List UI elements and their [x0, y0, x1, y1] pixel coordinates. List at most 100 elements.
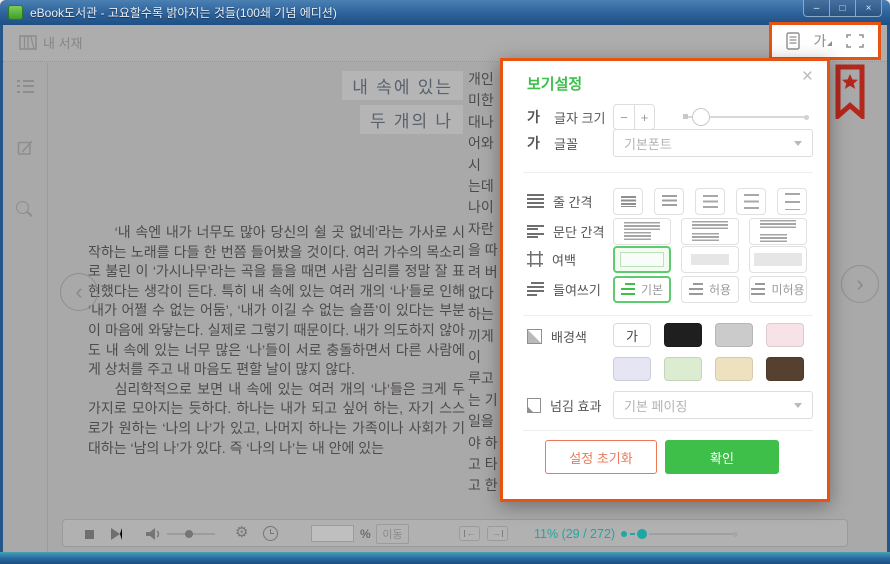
- indent-option-1[interactable]: 기본: [613, 276, 671, 303]
- margin-row: 여백: [527, 244, 813, 274]
- bg-swatch-white[interactable]: 가: [613, 323, 651, 347]
- page-turn-icon: [527, 398, 541, 413]
- font-size-plus-button[interactable]: +: [634, 104, 655, 130]
- gear-icon[interactable]: ⚙: [235, 523, 248, 541]
- slider-max-mark: [804, 115, 809, 120]
- reading-progress-label: 11% (29 / 272): [534, 527, 615, 541]
- close-button[interactable]: ×: [855, 0, 882, 17]
- paragraph-spacing-glyph-icon: [624, 222, 660, 240]
- progress-slider-knob[interactable]: [637, 529, 647, 539]
- slider-min-mark: [683, 114, 688, 119]
- bg-swatch-cream[interactable]: [715, 357, 753, 381]
- sidebar: [3, 63, 48, 552]
- go-button[interactable]: 이동: [376, 524, 409, 544]
- line-spacing-option-1[interactable]: [613, 188, 643, 215]
- reset-settings-button[interactable]: 설정 초기화: [545, 440, 657, 474]
- page-effect-label: 넘김 효과: [550, 396, 601, 415]
- jump-first-button[interactable]: ←: [459, 526, 480, 541]
- volume-icon[interactable]: [145, 527, 161, 541]
- progress-dash: [630, 533, 635, 535]
- font-size-slider-knob[interactable]: [692, 108, 710, 126]
- font-size-slider[interactable]: [683, 116, 809, 118]
- paragraph-spacing-row: 문단 간격: [527, 216, 813, 246]
- note-button[interactable]: [17, 139, 34, 157]
- book-page-text: ‘내 속엔 내가 너무도 많아 당신의 쉴 곳 없네’라는 가사로 시작하는 노…: [88, 223, 465, 458]
- line-spacing-glyph-icon: [621, 196, 636, 207]
- chapter-title: 내 속에 있는 두 개의 나: [342, 71, 463, 139]
- font-size-label: 글자 크기: [554, 108, 605, 127]
- previous-page-button[interactable]: ‹: [60, 273, 98, 311]
- font-dropdown-value: 기본폰트: [624, 134, 672, 153]
- paragraph-spacing-option-3[interactable]: [749, 218, 807, 245]
- font-dropdown[interactable]: 기본폰트: [613, 129, 813, 157]
- font-size-icon: 가: [527, 107, 545, 127]
- line-spacing-option-4[interactable]: [736, 188, 766, 215]
- paragraph-spacing-label: 문단 간격: [553, 222, 604, 241]
- volume-slider[interactable]: [167, 533, 215, 535]
- confirm-button[interactable]: 확인: [665, 440, 779, 474]
- indent-option-label: 기본: [641, 281, 663, 298]
- next-page-button[interactable]: ›: [841, 265, 879, 303]
- paragraph-spacing-options: [613, 218, 813, 245]
- line-spacing-option-5[interactable]: [777, 188, 807, 215]
- bg-swatch-black[interactable]: [664, 323, 702, 347]
- bg-swatch-brown[interactable]: [766, 357, 804, 381]
- search-icon: [16, 201, 34, 219]
- clock-icon[interactable]: [263, 526, 278, 541]
- margin-label: 여백: [552, 250, 576, 269]
- background-swatches: 가: [613, 323, 804, 381]
- top-toolbar: 내 서재: [3, 25, 887, 62]
- percent-input[interactable]: [311, 525, 354, 542]
- line-spacing-glyph-icon: [744, 194, 759, 209]
- paragraph-spacing-glyph-icon: [692, 221, 728, 241]
- line-spacing-icon: [527, 194, 544, 208]
- view-settings-panel: 보기설정 × 가 글자 크기 − + 가 글꼴: [500, 58, 830, 502]
- minimize-button[interactable]: –: [803, 0, 830, 17]
- line-spacing-glyph-icon: [662, 195, 677, 207]
- bottom-control-bar: ⚙ % 이동 ← → 11% (29 / 272): [62, 519, 848, 547]
- panel-close-icon[interactable]: ×: [802, 67, 813, 86]
- indent-option-2[interactable]: 허용: [681, 276, 739, 303]
- progress-slider-track[interactable]: [649, 533, 733, 535]
- table-of-contents-button[interactable]: [17, 77, 34, 95]
- page-effect-row: 넘김 효과 기본 페이징: [527, 391, 813, 419]
- line-spacing-option-3[interactable]: [695, 188, 725, 215]
- tts-stop-button[interactable]: [85, 530, 94, 539]
- margin-options: [613, 246, 813, 273]
- line-spacing-option-2[interactable]: [654, 188, 684, 215]
- search-button[interactable]: [16, 201, 34, 219]
- fullscreen-button[interactable]: [846, 31, 864, 51]
- font-icon: 가: [814, 31, 833, 51]
- percent-symbol: %: [360, 527, 371, 541]
- indent-option-3[interactable]: 미허용: [749, 276, 807, 303]
- maximize-button[interactable]: □: [829, 0, 856, 17]
- bg-swatch-lavender[interactable]: [613, 357, 651, 381]
- tts-play-button[interactable]: [111, 528, 122, 540]
- background-color-icon: [527, 329, 542, 344]
- viewer-settings-button[interactable]: [786, 31, 800, 51]
- chevron-down-icon: [794, 403, 802, 408]
- line-spacing-options: [613, 188, 813, 215]
- margin-option-2[interactable]: [681, 246, 739, 273]
- margin-glyph-icon: [620, 252, 664, 267]
- font-label: 글꼴: [554, 134, 578, 153]
- margin-option-1[interactable]: [613, 246, 671, 273]
- font-settings-button[interactable]: 가: [814, 31, 833, 51]
- bg-swatch-pink[interactable]: [766, 323, 804, 347]
- paragraph-spacing-option-1[interactable]: [613, 218, 671, 245]
- indent-option-label: 미허용: [771, 281, 804, 298]
- margin-option-3[interactable]: [749, 246, 807, 273]
- bg-swatch-light-green[interactable]: [664, 357, 702, 381]
- bookmark-ribbon-icon[interactable]: [835, 64, 865, 119]
- my-library-button[interactable]: 내 서재: [19, 33, 83, 52]
- font-icon: 가: [527, 133, 545, 153]
- page-effect-dropdown[interactable]: 기본 페이징: [613, 391, 813, 419]
- bg-swatch-gray[interactable]: [715, 323, 753, 347]
- paragraph-spacing-option-2[interactable]: [681, 218, 739, 245]
- progress-marker-dot: [621, 531, 627, 537]
- font-size-minus-button[interactable]: −: [613, 104, 634, 130]
- jump-last-button[interactable]: →: [487, 526, 508, 541]
- volume-slider-knob[interactable]: [185, 530, 193, 538]
- window-bottom-edge: [0, 552, 890, 564]
- chevron-down-icon: [794, 141, 802, 146]
